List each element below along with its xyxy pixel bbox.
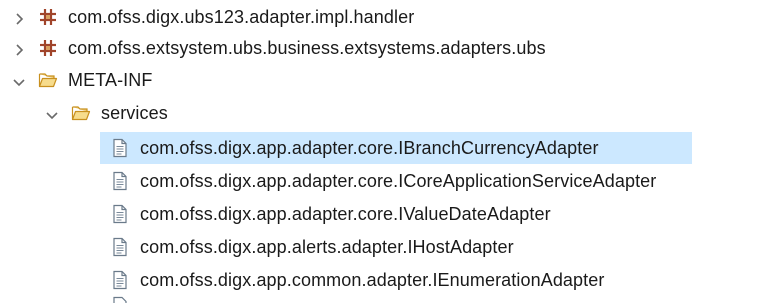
chevron-right-icon[interactable] (12, 10, 26, 25)
tree-item-label: services (101, 102, 168, 123)
tree-item-ibranchcurrencyadapter-file[interactable]: com.ofss.digx.app.adapter.core.IBranchCu… (100, 132, 692, 164)
tree-item-ienumerationadapter-file[interactable]: com.ofss.digx.app.common.adapter.IEnumer… (110, 264, 604, 296)
tree-item-label: com.ofss.extsystem.ubs.business.extsyste… (68, 37, 546, 58)
tree-item-icoreapplicationserviceadapter-file[interactable]: com.ofss.digx.app.adapter.core.ICoreAppl… (110, 165, 656, 197)
file-icon (110, 138, 130, 158)
chevron-down-icon[interactable] (12, 73, 26, 87)
folder-open-icon (71, 103, 91, 123)
chevron-right-icon[interactable] (12, 41, 26, 56)
chevron-down-icon[interactable] (45, 106, 59, 120)
tree-item-label: com.ofss.digx.app.adapter.core.IValueDat… (140, 203, 551, 224)
tree-item-label: META-INF (68, 69, 153, 90)
tree-item-label: com.ofss.digx.ubs123.adapter.impl.handle… (68, 6, 415, 27)
tree-item-services-folder[interactable]: services (45, 97, 168, 129)
file-icon (110, 171, 130, 191)
project-explorer-tree: com.ofss.digx.ubs123.adapter.impl.handle… (0, 0, 757, 303)
tree-item-label: com.ofss.digx.app.alerts.adapter.IHostAd… (140, 236, 514, 257)
tree-item-meta-inf-folder[interactable]: META-INF (12, 64, 152, 96)
tree-item-ivaluedateadapter-file[interactable]: com.ofss.digx.app.adapter.core.IValueDat… (110, 198, 551, 230)
tree-item-label: com.ofss.digx.app.adapter.core.IBranchCu… (140, 137, 599, 158)
package-icon (38, 7, 58, 27)
tree-item-partial[interactable] (110, 296, 140, 303)
tree-item-label: com.ofss.digx.app.adapter.core.ICoreAppl… (140, 170, 657, 191)
file-icon (110, 204, 130, 224)
tree-item-ubs123-handler-package[interactable]: com.ofss.digx.ubs123.adapter.impl.handle… (12, 1, 414, 33)
file-icon (110, 270, 130, 290)
file-icon (110, 237, 130, 257)
tree-item-extsystems-adapters-package[interactable]: com.ofss.extsystem.ubs.business.extsyste… (12, 32, 546, 64)
package-icon (38, 38, 58, 58)
tree-item-label: com.ofss.digx.app.common.adapter.IEnumer… (140, 269, 605, 290)
folder-open-icon (38, 70, 58, 90)
tree-item-ihostadapter-file[interactable]: com.ofss.digx.app.alerts.adapter.IHostAd… (110, 231, 514, 263)
file-icon (110, 296, 130, 303)
